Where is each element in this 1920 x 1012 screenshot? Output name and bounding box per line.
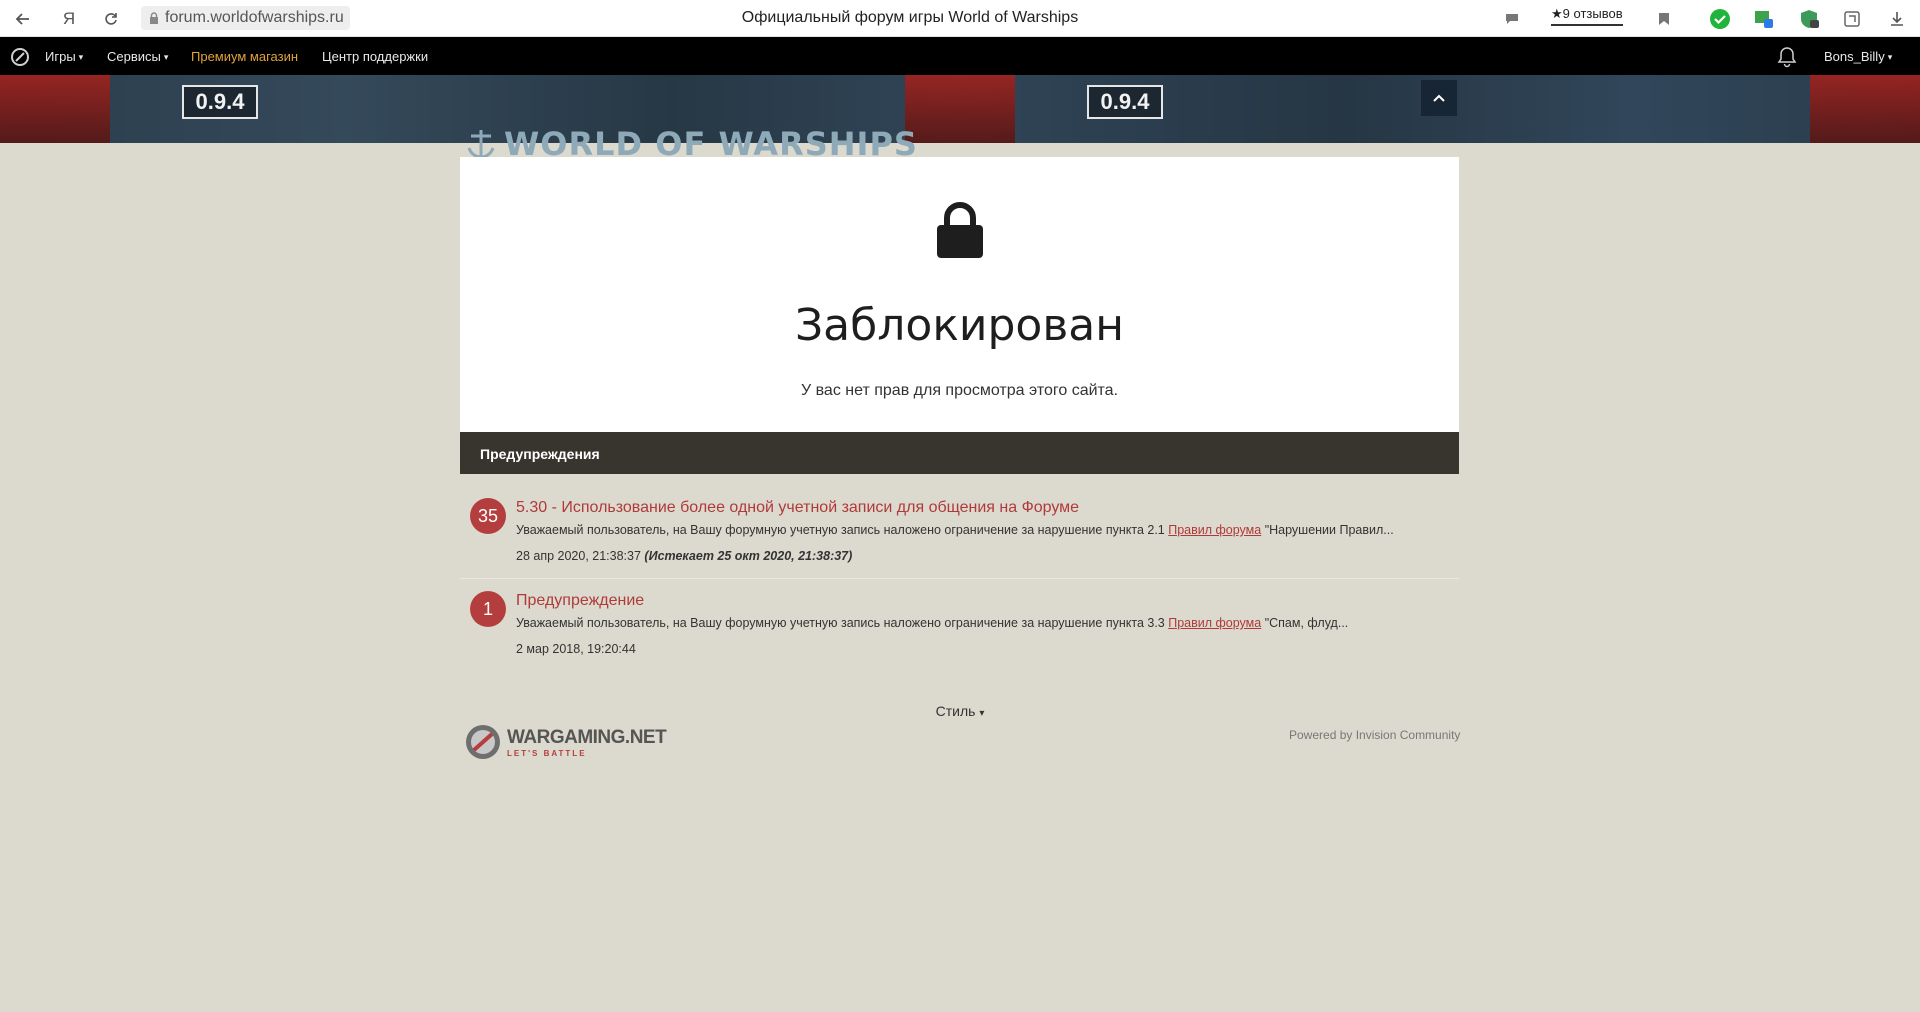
wargaming-icon [466, 725, 500, 759]
forum-rules-link[interactable]: Правил форума [1168, 616, 1261, 630]
page-title: Заблокирован [794, 300, 1125, 351]
padlock-icon [937, 202, 983, 258]
version-badge: 0.9.4 [1087, 85, 1163, 119]
nav-services[interactable]: Сервисы ▾ [107, 49, 168, 64]
warning-text-part: Уважаемый пользователь, на Вашу форумную… [516, 523, 1169, 537]
powered-by-link[interactable]: Powered by Invision Community [1289, 728, 1460, 742]
banner-art [0, 75, 110, 143]
warning-title-link[interactable]: 5.30 - Использование более одной учетной… [516, 499, 1079, 517]
warning-title-link[interactable]: Предупреждение [516, 592, 644, 610]
bell-icon[interactable] [1777, 46, 1797, 73]
wargaming-tagline: LET'S BATTLE [507, 748, 587, 758]
extension-icon[interactable] [1752, 7, 1776, 31]
list-item: 35 5.30 - Использование более одной учет… [460, 474, 1459, 578]
warning-text-part: Уважаемый пользователь, на Вашу форумную… [516, 616, 1169, 630]
nav-support[interactable]: Центр поддержки [322, 49, 428, 64]
wargaming-logo[interactable]: WARGAMING.NET LET'S BATTLE [463, 722, 667, 762]
wargaming-wordmark: WARGAMING.NET LET'S BATTLE [507, 726, 667, 758]
download-icon[interactable] [1885, 7, 1909, 31]
username: Bons_Billy [1824, 49, 1885, 64]
page-subtitle: У вас нет прав для просмотра этого сайта… [800, 382, 1119, 399]
style-menu[interactable]: Стиль ▾ [0, 703, 1920, 719]
chevron-up-icon [1433, 94, 1445, 102]
warnings-header: Предупреждения [460, 432, 1459, 474]
site-nav: Игры ▾ Сервисы ▾ Премиум магазин Центр под… [0, 37, 1920, 75]
warning-expiry: (Истекает 25 окт 2020, 21:38:37) [644, 549, 853, 563]
warning-text: Уважаемый пользователь, на Вашу форумную… [516, 523, 1394, 537]
nav-games-label: Игры [45, 49, 76, 64]
warning-date: 28 апр 2020, 21:38:37 (Истекает 25 окт 2… [516, 549, 852, 563]
banner-art [905, 75, 1015, 143]
extension-icon[interactable] [1840, 7, 1864, 31]
banner-art [1810, 75, 1920, 143]
warning-points-badge: 35 [470, 498, 506, 534]
nav-services-label: Сервисы [107, 49, 161, 64]
comment-icon[interactable] [1500, 7, 1524, 31]
nav-premium-shop[interactable]: Премиум магазин [191, 49, 298, 64]
warning-date-value: 2 мар 2018, 19:20:44 [516, 642, 636, 656]
reviews-widget[interactable]: ★9 отзывов [1551, 6, 1623, 26]
nav-games[interactable]: Игры ▾ [45, 49, 83, 64]
bookmark-icon[interactable] [1652, 7, 1676, 31]
browser-toolbar: Я forum.worldofwarships.ru Официальный ф… [0, 0, 1920, 37]
warning-date-value: 28 апр 2020, 21:38:37 [516, 549, 641, 563]
wargaming-name: WARGAMING.NET [507, 726, 667, 748]
warning-text-part: "Нарушении Правил... [1261, 523, 1394, 537]
version-badge: 0.9.4 [182, 85, 258, 119]
collapse-banner-button[interactable] [1421, 80, 1457, 116]
tab-title: Официальный форум игры World of Warships [741, 9, 1079, 26]
style-label: Стиль [935, 703, 976, 719]
user-menu[interactable]: Bons_Billy ▾ [1824, 49, 1892, 64]
anchor-icon [467, 130, 495, 159]
chevron-down-icon: ▾ [163, 52, 169, 62]
blocked-card: Заблокирован У вас нет прав для просмотр… [460, 157, 1459, 432]
site-banner: 0.9.4 0.9.4 [0, 75, 1920, 143]
caret-down-icon: ▾ [979, 708, 985, 719]
warning-text-part: "Спам, флуд... [1261, 616, 1349, 630]
warning-points-badge: 1 [470, 591, 506, 627]
forum-rules-link[interactable]: Правил форума [1168, 523, 1261, 537]
warning-text: Уважаемый пользователь, на Вашу форумную… [516, 616, 1348, 630]
wargaming-icon[interactable] [10, 47, 30, 72]
warning-date: 2 мар 2018, 19:20:44 [516, 642, 636, 656]
chevron-down-icon: ▾ [78, 52, 84, 62]
list-item: 1 Предупреждение Уважаемый пользователь,… [460, 579, 1459, 669]
check-icon[interactable] [1708, 7, 1732, 31]
chevron-down-icon: ▾ [1887, 52, 1893, 62]
extension-icon[interactable] [1797, 7, 1821, 31]
